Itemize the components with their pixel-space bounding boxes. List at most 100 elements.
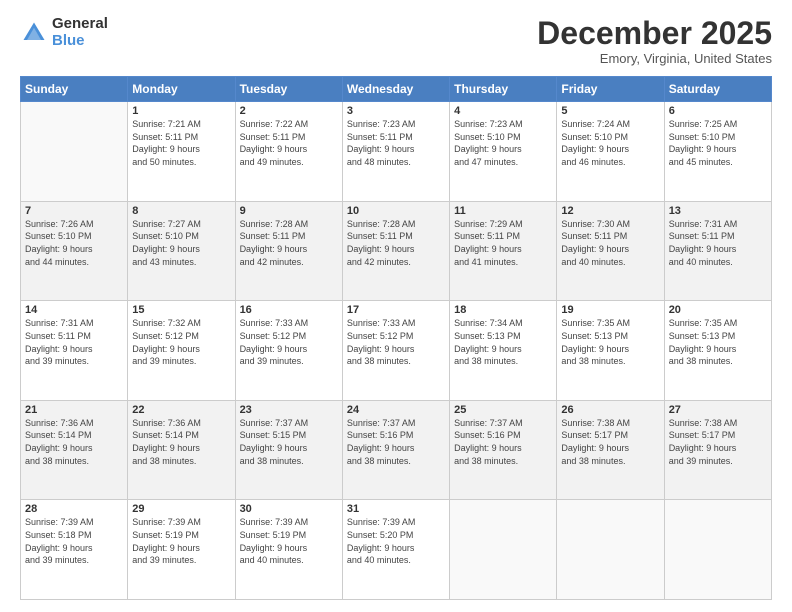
logo-general: General <box>52 16 108 33</box>
table-row: 25Sunrise: 7:37 AM Sunset: 5:16 PM Dayli… <box>450 400 557 500</box>
table-row: 24Sunrise: 7:37 AM Sunset: 5:16 PM Dayli… <box>342 400 449 500</box>
day-number: 20 <box>669 304 767 316</box>
day-number: 23 <box>240 404 338 416</box>
table-row: 21Sunrise: 7:36 AM Sunset: 5:14 PM Dayli… <box>21 400 128 500</box>
table-row: 28Sunrise: 7:39 AM Sunset: 5:18 PM Dayli… <box>21 500 128 600</box>
day-info: Sunrise: 7:39 AM Sunset: 5:20 PM Dayligh… <box>347 516 445 566</box>
table-row: 5Sunrise: 7:24 AM Sunset: 5:10 PM Daylig… <box>557 102 664 202</box>
calendar-week-row: 14Sunrise: 7:31 AM Sunset: 5:11 PM Dayli… <box>21 301 772 401</box>
day-number: 1 <box>132 105 230 117</box>
table-row: 13Sunrise: 7:31 AM Sunset: 5:11 PM Dayli… <box>664 201 771 301</box>
table-row: 18Sunrise: 7:34 AM Sunset: 5:13 PM Dayli… <box>450 301 557 401</box>
table-row: 23Sunrise: 7:37 AM Sunset: 5:15 PM Dayli… <box>235 400 342 500</box>
day-number: 16 <box>240 304 338 316</box>
day-info: Sunrise: 7:37 AM Sunset: 5:16 PM Dayligh… <box>347 417 445 467</box>
day-number: 26 <box>561 404 659 416</box>
day-info: Sunrise: 7:37 AM Sunset: 5:16 PM Dayligh… <box>454 417 552 467</box>
day-info: Sunrise: 7:39 AM Sunset: 5:18 PM Dayligh… <box>25 516 123 566</box>
logo: General Blue <box>20 16 108 49</box>
day-number: 10 <box>347 205 445 217</box>
logo-icon <box>20 19 48 47</box>
col-tuesday: Tuesday <box>235 77 342 102</box>
day-number: 7 <box>25 205 123 217</box>
calendar-table: Sunday Monday Tuesday Wednesday Thursday… <box>20 76 772 600</box>
day-number: 19 <box>561 304 659 316</box>
table-row: 1Sunrise: 7:21 AM Sunset: 5:11 PM Daylig… <box>128 102 235 202</box>
day-info: Sunrise: 7:38 AM Sunset: 5:17 PM Dayligh… <box>669 417 767 467</box>
table-row: 16Sunrise: 7:33 AM Sunset: 5:12 PM Dayli… <box>235 301 342 401</box>
day-number: 17 <box>347 304 445 316</box>
col-wednesday: Wednesday <box>342 77 449 102</box>
day-number: 4 <box>454 105 552 117</box>
day-number: 5 <box>561 105 659 117</box>
col-friday: Friday <box>557 77 664 102</box>
day-number: 18 <box>454 304 552 316</box>
day-number: 2 <box>240 105 338 117</box>
table-row: 11Sunrise: 7:29 AM Sunset: 5:11 PM Dayli… <box>450 201 557 301</box>
day-info: Sunrise: 7:23 AM Sunset: 5:10 PM Dayligh… <box>454 118 552 168</box>
calendar-week-row: 1Sunrise: 7:21 AM Sunset: 5:11 PM Daylig… <box>21 102 772 202</box>
day-number: 27 <box>669 404 767 416</box>
location: Emory, Virginia, United States <box>537 51 772 66</box>
day-info: Sunrise: 7:34 AM Sunset: 5:13 PM Dayligh… <box>454 317 552 367</box>
day-info: Sunrise: 7:36 AM Sunset: 5:14 PM Dayligh… <box>132 417 230 467</box>
day-info: Sunrise: 7:36 AM Sunset: 5:14 PM Dayligh… <box>25 417 123 467</box>
table-row <box>21 102 128 202</box>
day-info: Sunrise: 7:28 AM Sunset: 5:11 PM Dayligh… <box>240 218 338 268</box>
title-block: December 2025 Emory, Virginia, United St… <box>537 16 772 66</box>
day-number: 31 <box>347 503 445 515</box>
day-number: 12 <box>561 205 659 217</box>
day-info: Sunrise: 7:23 AM Sunset: 5:11 PM Dayligh… <box>347 118 445 168</box>
day-info: Sunrise: 7:29 AM Sunset: 5:11 PM Dayligh… <box>454 218 552 268</box>
calendar-header-row: Sunday Monday Tuesday Wednesday Thursday… <box>21 77 772 102</box>
col-sunday: Sunday <box>21 77 128 102</box>
day-number: 22 <box>132 404 230 416</box>
table-row: 4Sunrise: 7:23 AM Sunset: 5:10 PM Daylig… <box>450 102 557 202</box>
table-row <box>664 500 771 600</box>
table-row: 8Sunrise: 7:27 AM Sunset: 5:10 PM Daylig… <box>128 201 235 301</box>
day-info: Sunrise: 7:38 AM Sunset: 5:17 PM Dayligh… <box>561 417 659 467</box>
day-info: Sunrise: 7:32 AM Sunset: 5:12 PM Dayligh… <box>132 317 230 367</box>
day-info: Sunrise: 7:33 AM Sunset: 5:12 PM Dayligh… <box>347 317 445 367</box>
table-row <box>557 500 664 600</box>
day-number: 25 <box>454 404 552 416</box>
day-info: Sunrise: 7:31 AM Sunset: 5:11 PM Dayligh… <box>669 218 767 268</box>
day-number: 24 <box>347 404 445 416</box>
day-number: 13 <box>669 205 767 217</box>
table-row: 29Sunrise: 7:39 AM Sunset: 5:19 PM Dayli… <box>128 500 235 600</box>
calendar-week-row: 21Sunrise: 7:36 AM Sunset: 5:14 PM Dayli… <box>21 400 772 500</box>
table-row: 31Sunrise: 7:39 AM Sunset: 5:20 PM Dayli… <box>342 500 449 600</box>
table-row: 19Sunrise: 7:35 AM Sunset: 5:13 PM Dayli… <box>557 301 664 401</box>
col-thursday: Thursday <box>450 77 557 102</box>
month-title: December 2025 <box>537 16 772 51</box>
table-row: 10Sunrise: 7:28 AM Sunset: 5:11 PM Dayli… <box>342 201 449 301</box>
table-row: 26Sunrise: 7:38 AM Sunset: 5:17 PM Dayli… <box>557 400 664 500</box>
day-number: 9 <box>240 205 338 217</box>
day-number: 15 <box>132 304 230 316</box>
col-saturday: Saturday <box>664 77 771 102</box>
day-info: Sunrise: 7:31 AM Sunset: 5:11 PM Dayligh… <box>25 317 123 367</box>
day-info: Sunrise: 7:35 AM Sunset: 5:13 PM Dayligh… <box>561 317 659 367</box>
header: General Blue December 2025 Emory, Virgin… <box>20 16 772 66</box>
table-row: 17Sunrise: 7:33 AM Sunset: 5:12 PM Dayli… <box>342 301 449 401</box>
day-info: Sunrise: 7:30 AM Sunset: 5:11 PM Dayligh… <box>561 218 659 268</box>
table-row: 9Sunrise: 7:28 AM Sunset: 5:11 PM Daylig… <box>235 201 342 301</box>
table-row: 2Sunrise: 7:22 AM Sunset: 5:11 PM Daylig… <box>235 102 342 202</box>
day-info: Sunrise: 7:21 AM Sunset: 5:11 PM Dayligh… <box>132 118 230 168</box>
day-info: Sunrise: 7:27 AM Sunset: 5:10 PM Dayligh… <box>132 218 230 268</box>
day-number: 14 <box>25 304 123 316</box>
table-row: 3Sunrise: 7:23 AM Sunset: 5:11 PM Daylig… <box>342 102 449 202</box>
day-info: Sunrise: 7:37 AM Sunset: 5:15 PM Dayligh… <box>240 417 338 467</box>
table-row: 12Sunrise: 7:30 AM Sunset: 5:11 PM Dayli… <box>557 201 664 301</box>
table-row <box>450 500 557 600</box>
table-row: 14Sunrise: 7:31 AM Sunset: 5:11 PM Dayli… <box>21 301 128 401</box>
logo-blue: Blue <box>52 33 108 50</box>
day-info: Sunrise: 7:39 AM Sunset: 5:19 PM Dayligh… <box>132 516 230 566</box>
day-info: Sunrise: 7:24 AM Sunset: 5:10 PM Dayligh… <box>561 118 659 168</box>
table-row: 22Sunrise: 7:36 AM Sunset: 5:14 PM Dayli… <box>128 400 235 500</box>
day-number: 21 <box>25 404 123 416</box>
day-number: 28 <box>25 503 123 515</box>
day-info: Sunrise: 7:33 AM Sunset: 5:12 PM Dayligh… <box>240 317 338 367</box>
table-row: 20Sunrise: 7:35 AM Sunset: 5:13 PM Dayli… <box>664 301 771 401</box>
day-info: Sunrise: 7:25 AM Sunset: 5:10 PM Dayligh… <box>669 118 767 168</box>
